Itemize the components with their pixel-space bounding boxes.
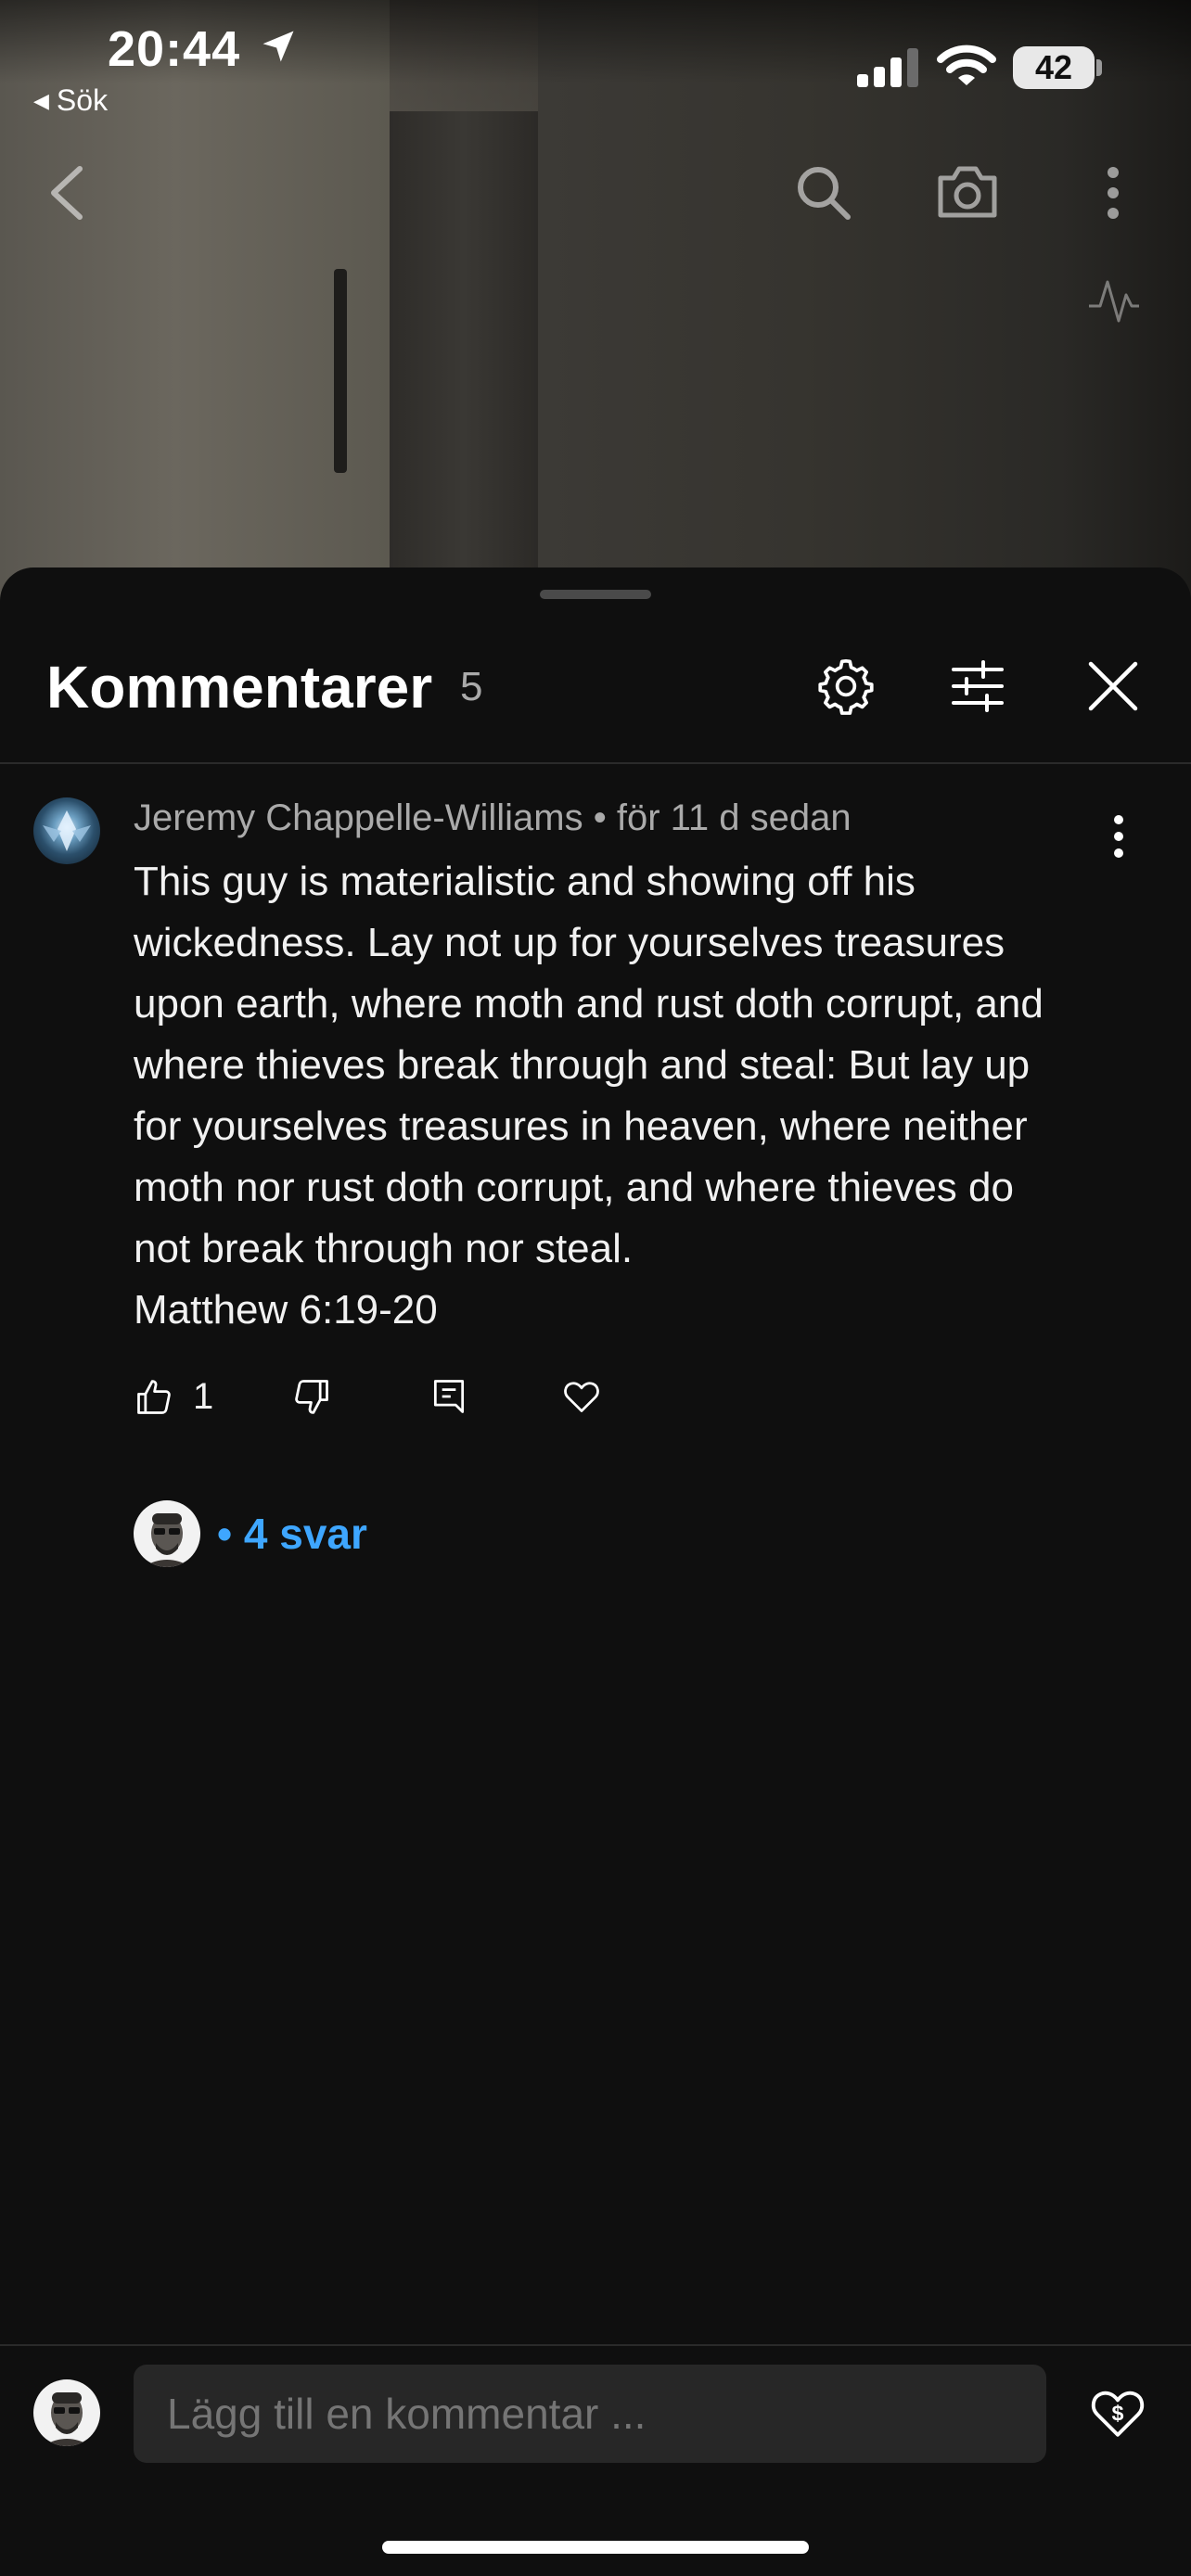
creator-heart-button[interactable] xyxy=(560,1376,603,1417)
my-avatar xyxy=(33,2379,100,2446)
replies-count: • 4 svar xyxy=(217,1510,367,1558)
video-player[interactable] xyxy=(0,0,1191,612)
comment-meta: Jeremy Chappelle-Williams • för 11 d sed… xyxy=(134,797,852,839)
add-comment-input[interactable] xyxy=(134,2365,1046,2463)
location-arrow-icon xyxy=(263,31,294,62)
battery-tip xyxy=(1096,59,1102,76)
video-frame-detail xyxy=(334,269,347,473)
svg-text:$: $ xyxy=(1112,2402,1124,2426)
reply-avatar xyxy=(134,1500,200,1567)
avatar[interactable] xyxy=(33,797,100,864)
more-vert-icon[interactable] xyxy=(1100,165,1126,221)
super-thanks-icon[interactable]: $ xyxy=(1087,2381,1148,2442)
video-frame-door xyxy=(390,111,538,612)
dislike-button[interactable] xyxy=(291,1376,332,1417)
thumbs-down-icon xyxy=(295,1380,328,1414)
search-icon[interactable] xyxy=(794,163,853,223)
view-replies-button[interactable]: • 4 svar xyxy=(134,1500,367,1567)
sheet-drag-handle[interactable] xyxy=(540,590,651,599)
reply-button[interactable] xyxy=(429,1376,469,1417)
back-icon[interactable] xyxy=(45,163,89,223)
home-indicator[interactable] xyxy=(382,2541,809,2554)
activity-icon[interactable] xyxy=(1087,274,1141,326)
close-icon[interactable] xyxy=(1083,657,1143,716)
comments-sheet: Kommentarer 5 Jeremy Chappelle-Williams … xyxy=(0,567,1191,2576)
back-app-label: Sök xyxy=(56,83,109,117)
wifi-icon xyxy=(937,45,996,85)
filter-icon[interactable] xyxy=(948,657,1007,716)
header-divider xyxy=(0,762,1191,764)
comment-text: This guy is materialistic and showing of… xyxy=(134,859,1044,1333)
comment-author[interactable]: Jeremy Chappelle-Williams xyxy=(134,797,583,838)
meta-separator: • xyxy=(593,797,617,838)
like-count: 1 xyxy=(193,1376,214,1417)
heart-icon xyxy=(564,1382,599,1412)
camera-icon[interactable] xyxy=(935,161,1000,221)
avatar-emblem-icon xyxy=(43,810,91,851)
comment-time: för 11 d sedan xyxy=(616,797,852,838)
reply-comment-icon xyxy=(433,1380,465,1413)
status-time: 20:44 xyxy=(108,21,241,77)
composer-divider xyxy=(0,2344,1191,2346)
person-face-icon xyxy=(143,1513,191,1567)
cellular-signal-icon xyxy=(857,48,918,87)
back-to-app-link[interactable]: ◀ Sök xyxy=(33,83,108,118)
comments-title: Kommentarer xyxy=(46,654,433,721)
settings-icon[interactable] xyxy=(816,657,876,716)
back-triangle-icon: ◀ xyxy=(33,89,49,112)
like-button[interactable]: 1 xyxy=(134,1376,213,1418)
person-face-icon xyxy=(43,2392,91,2446)
thumbs-up-icon xyxy=(137,1379,171,1414)
comments-count: 5 xyxy=(460,664,483,709)
battery-indicator: 42 xyxy=(1013,46,1095,89)
